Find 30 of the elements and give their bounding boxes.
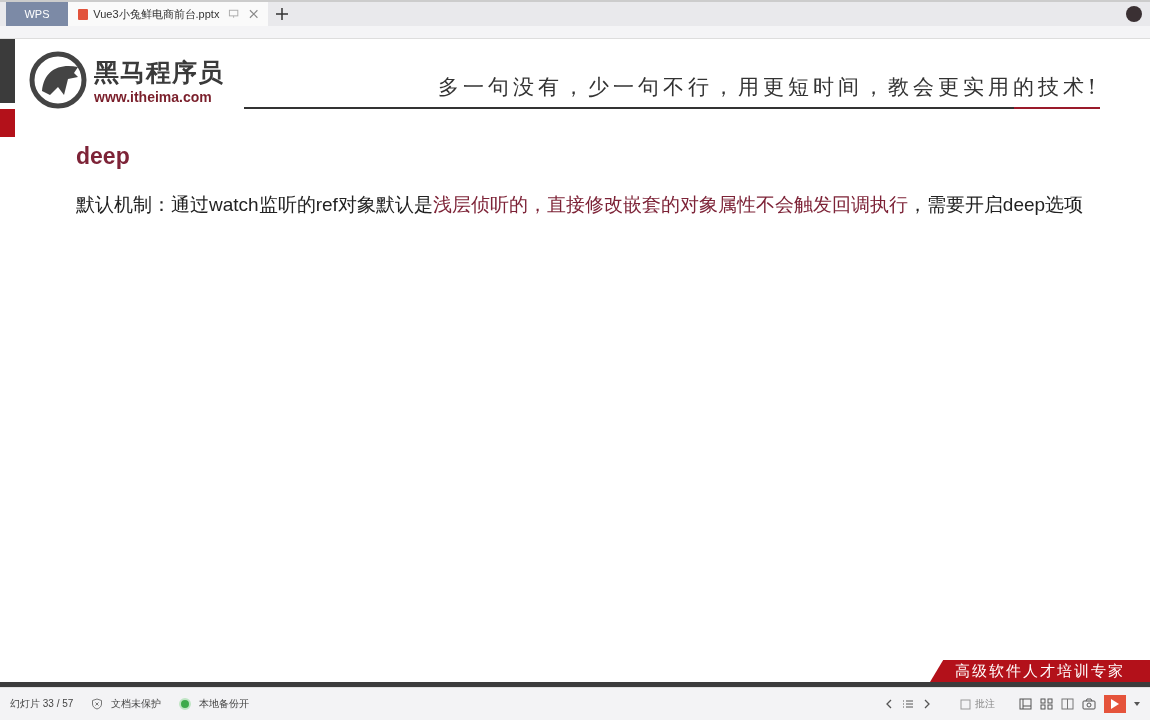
- footer-banner: 高级软件人才培训专家: [930, 660, 1150, 682]
- camera-icon[interactable]: [1082, 698, 1096, 710]
- list-icon[interactable]: [902, 698, 914, 710]
- slogan: 多一句没有，少一句不行，用更短时间，教会更实用的技术!: [437, 74, 1100, 101]
- next-icon[interactable]: [922, 698, 932, 710]
- shield-icon: [91, 698, 104, 710]
- logo-url: www.itheima.com: [94, 88, 213, 105]
- body-paragraph: 默认机制：通过watch监听的ref对象默认是浅层侦听的，直接修改嵌套的对象属性不会触发回调执行，需要开启deep选项: [76, 193, 1085, 217]
- presentation-icon: [78, 8, 89, 20]
- avatar[interactable]: [1126, 6, 1142, 22]
- play-button[interactable]: [1104, 695, 1126, 713]
- comment-icon: [960, 698, 972, 710]
- grid-view-icon[interactable]: [1040, 698, 1053, 710]
- caret-icon[interactable]: [1134, 701, 1140, 707]
- backup-status[interactable]: 本地备份开: [199, 697, 250, 711]
- protection-status[interactable]: 文档未保护: [111, 697, 162, 711]
- monitor-icon[interactable]: [228, 8, 240, 20]
- document-tab[interactable]: Vue3小兔鲜电商前台.pptx: [68, 2, 268, 26]
- add-tab-icon[interactable]: [276, 8, 288, 20]
- backup-status-icon: [179, 698, 192, 710]
- slide-counter: 幻灯片 33 / 57: [10, 697, 74, 711]
- play-icon: [1111, 699, 1119, 709]
- logo-name: 黑马程序员: [94, 56, 224, 88]
- close-icon[interactable]: [248, 9, 258, 19]
- sidebar-dark-block: [0, 39, 15, 103]
- sidebar-accent-block: [0, 109, 15, 137]
- slide-title: deep: [76, 143, 131, 170]
- previous-icon[interactable]: [884, 698, 894, 710]
- reading-view-icon[interactable]: [1061, 698, 1074, 710]
- normal-view-icon[interactable]: [1019, 698, 1032, 710]
